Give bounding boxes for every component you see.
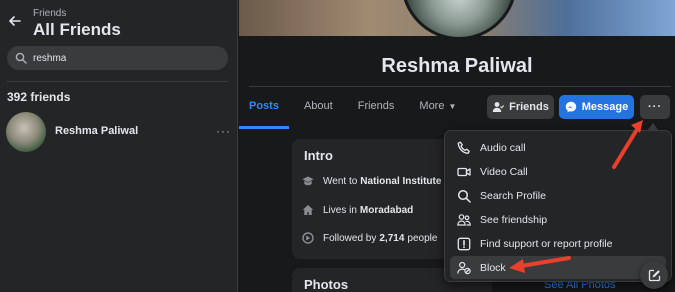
block-user-icon xyxy=(457,261,471,274)
intro-title: Intro xyxy=(304,148,333,163)
friend-list-item[interactable]: Reshma Paliwal ··· xyxy=(6,112,232,152)
menu-item-label: Find support or report profile xyxy=(480,237,613,250)
menu-item-label: Video Call xyxy=(480,165,528,178)
friend-name[interactable]: Reshma Paliwal xyxy=(55,125,138,137)
intro-link[interactable]: Moradabad xyxy=(360,205,413,216)
profile-name: Reshma Paliwal xyxy=(381,55,533,77)
intro-link[interactable]: National Institute xyxy=(360,176,441,187)
tab-label: Friends xyxy=(357,100,395,112)
new-message-button[interactable] xyxy=(640,261,668,289)
friend-check-icon xyxy=(492,102,505,112)
button-label: Message xyxy=(581,101,629,113)
tab-posts[interactable]: Posts xyxy=(239,95,289,129)
button-label: Friends xyxy=(509,101,549,113)
intro-education: Went to National Institute xyxy=(302,175,441,187)
tab-label: About xyxy=(303,100,333,112)
intro-text: Went to xyxy=(323,175,358,187)
tab-more[interactable]: More ▼ xyxy=(419,95,456,123)
friends-button[interactable]: Friends xyxy=(487,95,554,119)
search-input[interactable]: reshma xyxy=(7,46,228,70)
friends-count: 392 friends xyxy=(7,90,71,104)
menu-item-audio-call[interactable]: Audio call xyxy=(450,136,666,159)
compose-icon xyxy=(648,269,660,281)
intro-text: Lives in xyxy=(323,204,357,216)
back-arrow-icon[interactable] xyxy=(8,14,22,28)
friends-sidebar: Friends All Friends reshma 392 friends R… xyxy=(0,0,238,292)
avatar[interactable] xyxy=(6,112,46,152)
menu-item-block[interactable]: Block xyxy=(450,256,666,279)
intro-location: Lives in Moradabad xyxy=(302,204,413,216)
divider xyxy=(249,86,671,87)
breadcrumb[interactable]: Friends xyxy=(33,8,66,19)
photos-title: Photos xyxy=(304,277,349,292)
message-button[interactable]: Message xyxy=(559,95,634,119)
home-icon xyxy=(302,205,314,215)
caret-down-icon: ▼ xyxy=(448,102,457,111)
more-options-icon[interactable]: ··· xyxy=(216,124,231,138)
video-icon xyxy=(457,167,471,176)
menu-item-label: Block xyxy=(480,261,506,274)
tab-label: Posts xyxy=(249,100,279,112)
tab-about[interactable]: About xyxy=(304,95,333,123)
profile-more-menu: Audio call Video Call Search Profile See… xyxy=(444,130,672,282)
tab-label: More xyxy=(419,100,445,112)
report-icon xyxy=(457,237,471,250)
friendship-icon xyxy=(457,213,471,226)
menu-item-label: Audio call xyxy=(480,141,526,154)
menu-item-report-profile[interactable]: Find support or report profile xyxy=(450,232,666,255)
profile-tabs: Posts About Friends More ▼ xyxy=(239,95,481,129)
more-button[interactable]: ··· xyxy=(640,95,670,119)
intro-followers: Followed by 2,714 people xyxy=(302,232,437,244)
page-title: All Friends xyxy=(33,20,121,39)
messenger-icon xyxy=(565,101,576,113)
search-value[interactable]: reshma xyxy=(33,53,66,64)
divider xyxy=(7,81,228,82)
phone-icon xyxy=(457,141,470,154)
menu-item-video-call[interactable]: Video Call xyxy=(450,160,666,183)
tab-friends[interactable]: Friends xyxy=(358,95,395,123)
search-icon xyxy=(15,52,27,64)
followers-icon xyxy=(302,232,314,244)
search-icon xyxy=(457,189,471,203)
intro-text: people xyxy=(407,232,438,244)
menu-item-search-profile[interactable]: Search Profile xyxy=(450,184,666,207)
menu-item-label: See friendship xyxy=(480,213,548,226)
followers-count[interactable]: 2,714 xyxy=(379,233,404,244)
intro-text: Followed by xyxy=(323,232,377,244)
menu-item-see-friendship[interactable]: See friendship xyxy=(450,208,666,231)
graduation-cap-icon xyxy=(302,176,314,186)
menu-item-label: Search Profile xyxy=(480,189,546,202)
